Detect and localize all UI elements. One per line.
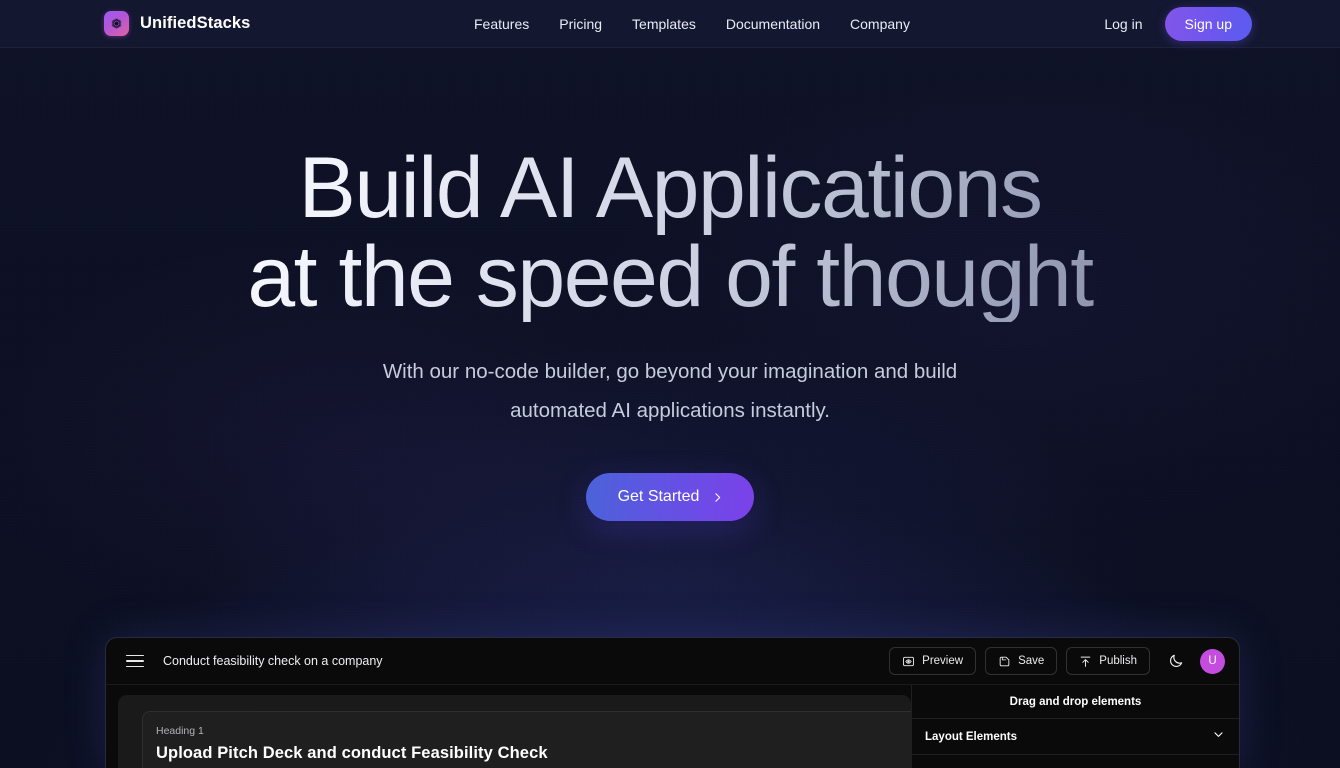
hero-subtitle: With our no-code builder, go beyond your… <box>0 352 1340 430</box>
publish-label: Publish <box>1099 655 1137 667</box>
hero-subtitle-line-2: automated AI applications instantly. <box>510 399 830 422</box>
publish-button[interactable]: Publish <box>1066 647 1150 675</box>
cube-logo-icon <box>104 11 129 36</box>
hamburger-menu-icon[interactable] <box>126 654 144 668</box>
nav-item-pricing[interactable]: Pricing <box>559 16 602 32</box>
save-label: Save <box>1018 655 1045 667</box>
app-preview-mockup: Conduct feasibility check on a company P… <box>105 637 1240 768</box>
panel-section-layout-elements[interactable]: Layout Elements <box>912 719 1239 755</box>
elements-panel: Drag and drop elements Layout Elements <box>911 685 1239 768</box>
hero-title-line-2: at the speed of thought <box>247 229 1093 325</box>
chevron-down-icon <box>1212 728 1225 746</box>
save-button[interactable]: Save <box>985 647 1058 675</box>
nav-item-documentation[interactable]: Documentation <box>726 16 820 32</box>
preview-button[interactable]: Preview <box>889 647 977 675</box>
nav-auth-actions: Log in Sign up <box>1104 6 1252 41</box>
mockup-toolbar: Conduct feasibility check on a company P… <box>106 638 1239 685</box>
panel-section-label: Layout Elements <box>925 730 1018 743</box>
get-started-label: Get Started <box>617 488 700 505</box>
hero-section: Build AI Applications at the speed of th… <box>0 48 1340 521</box>
mockup-toolbar-actions: Preview Save Publish U <box>889 647 1225 675</box>
page-title: Build AI Applications at the speed of th… <box>0 144 1340 322</box>
preview-label: Preview <box>922 655 964 667</box>
brand-logo[interactable]: UnifiedStacks <box>104 11 250 36</box>
block-type-label: Heading 1 <box>156 725 204 737</box>
nav-links: Features Pricing Templates Documentation… <box>474 16 910 32</box>
document-title: Conduct feasibility check on a company <box>163 654 383 668</box>
panel-empty-area <box>912 755 1239 768</box>
editor-canvas: Heading 1 Upload Pitch Deck and conduct … <box>118 695 911 768</box>
elements-panel-header: Drag and drop elements <box>912 685 1239 719</box>
mockup-body: Heading 1 Upload Pitch Deck and conduct … <box>106 685 1239 768</box>
signup-button[interactable]: Sign up <box>1164 6 1252 41</box>
canvas-heading-block[interactable]: Heading 1 Upload Pitch Deck and conduct … <box>142 711 911 768</box>
moon-icon[interactable] <box>1163 648 1189 674</box>
brand-name: UnifiedStacks <box>140 14 251 32</box>
nav-item-templates[interactable]: Templates <box>632 16 696 32</box>
block-heading-text: Upload Pitch Deck and conduct Feasibilit… <box>156 744 548 762</box>
top-navigation-bar: UnifiedStacks Features Pricing Templates… <box>0 0 1340 48</box>
upload-arrow-icon <box>1079 655 1092 668</box>
hero-title-line-1: Build AI Applications <box>298 140 1042 236</box>
chevron-right-icon <box>711 491 724 504</box>
editor-canvas-column: Heading 1 Upload Pitch Deck and conduct … <box>106 685 911 768</box>
nav-item-features[interactable]: Features <box>474 16 529 32</box>
get-started-button[interactable]: Get Started <box>585 473 755 521</box>
landing-page: UnifiedStacks Features Pricing Templates… <box>0 0 1340 768</box>
login-link[interactable]: Log in <box>1104 16 1142 32</box>
hero-cta-wrapper: Get Started <box>0 473 1340 521</box>
nav-item-company[interactable]: Company <box>850 16 910 32</box>
hero-subtitle-line-1: With our no-code builder, go beyond your… <box>382 360 958 383</box>
save-disk-icon <box>998 655 1011 668</box>
avatar[interactable]: U <box>1200 648 1225 674</box>
eye-in-frame-icon <box>902 655 915 668</box>
